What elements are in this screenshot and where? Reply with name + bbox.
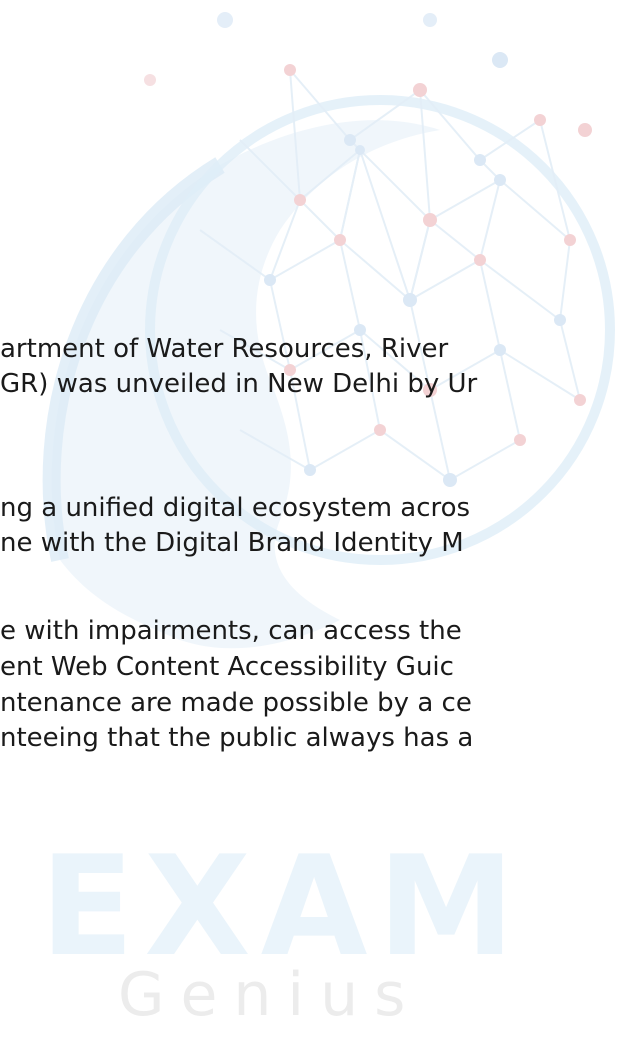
text-line: GR) was unveiled in New Delhi by Ur — [0, 369, 478, 399]
text-line: ntenance are made possible by a ce — [0, 688, 472, 718]
text-line: ent Web Content Accessibility Guic — [0, 652, 454, 682]
text-line: artment of Water Resources, River — [0, 334, 449, 364]
article-body: artment of Water Resources, River GR) wa… — [0, 0, 630, 1043]
text-line: ne with the Digital Brand Identity M — [0, 528, 464, 558]
text-line: ng a unified digital ecosystem acros — [0, 493, 471, 523]
text-line: e with impairments, can access the — [0, 616, 462, 646]
text-line: nteeing that the public always has a — [0, 723, 474, 753]
